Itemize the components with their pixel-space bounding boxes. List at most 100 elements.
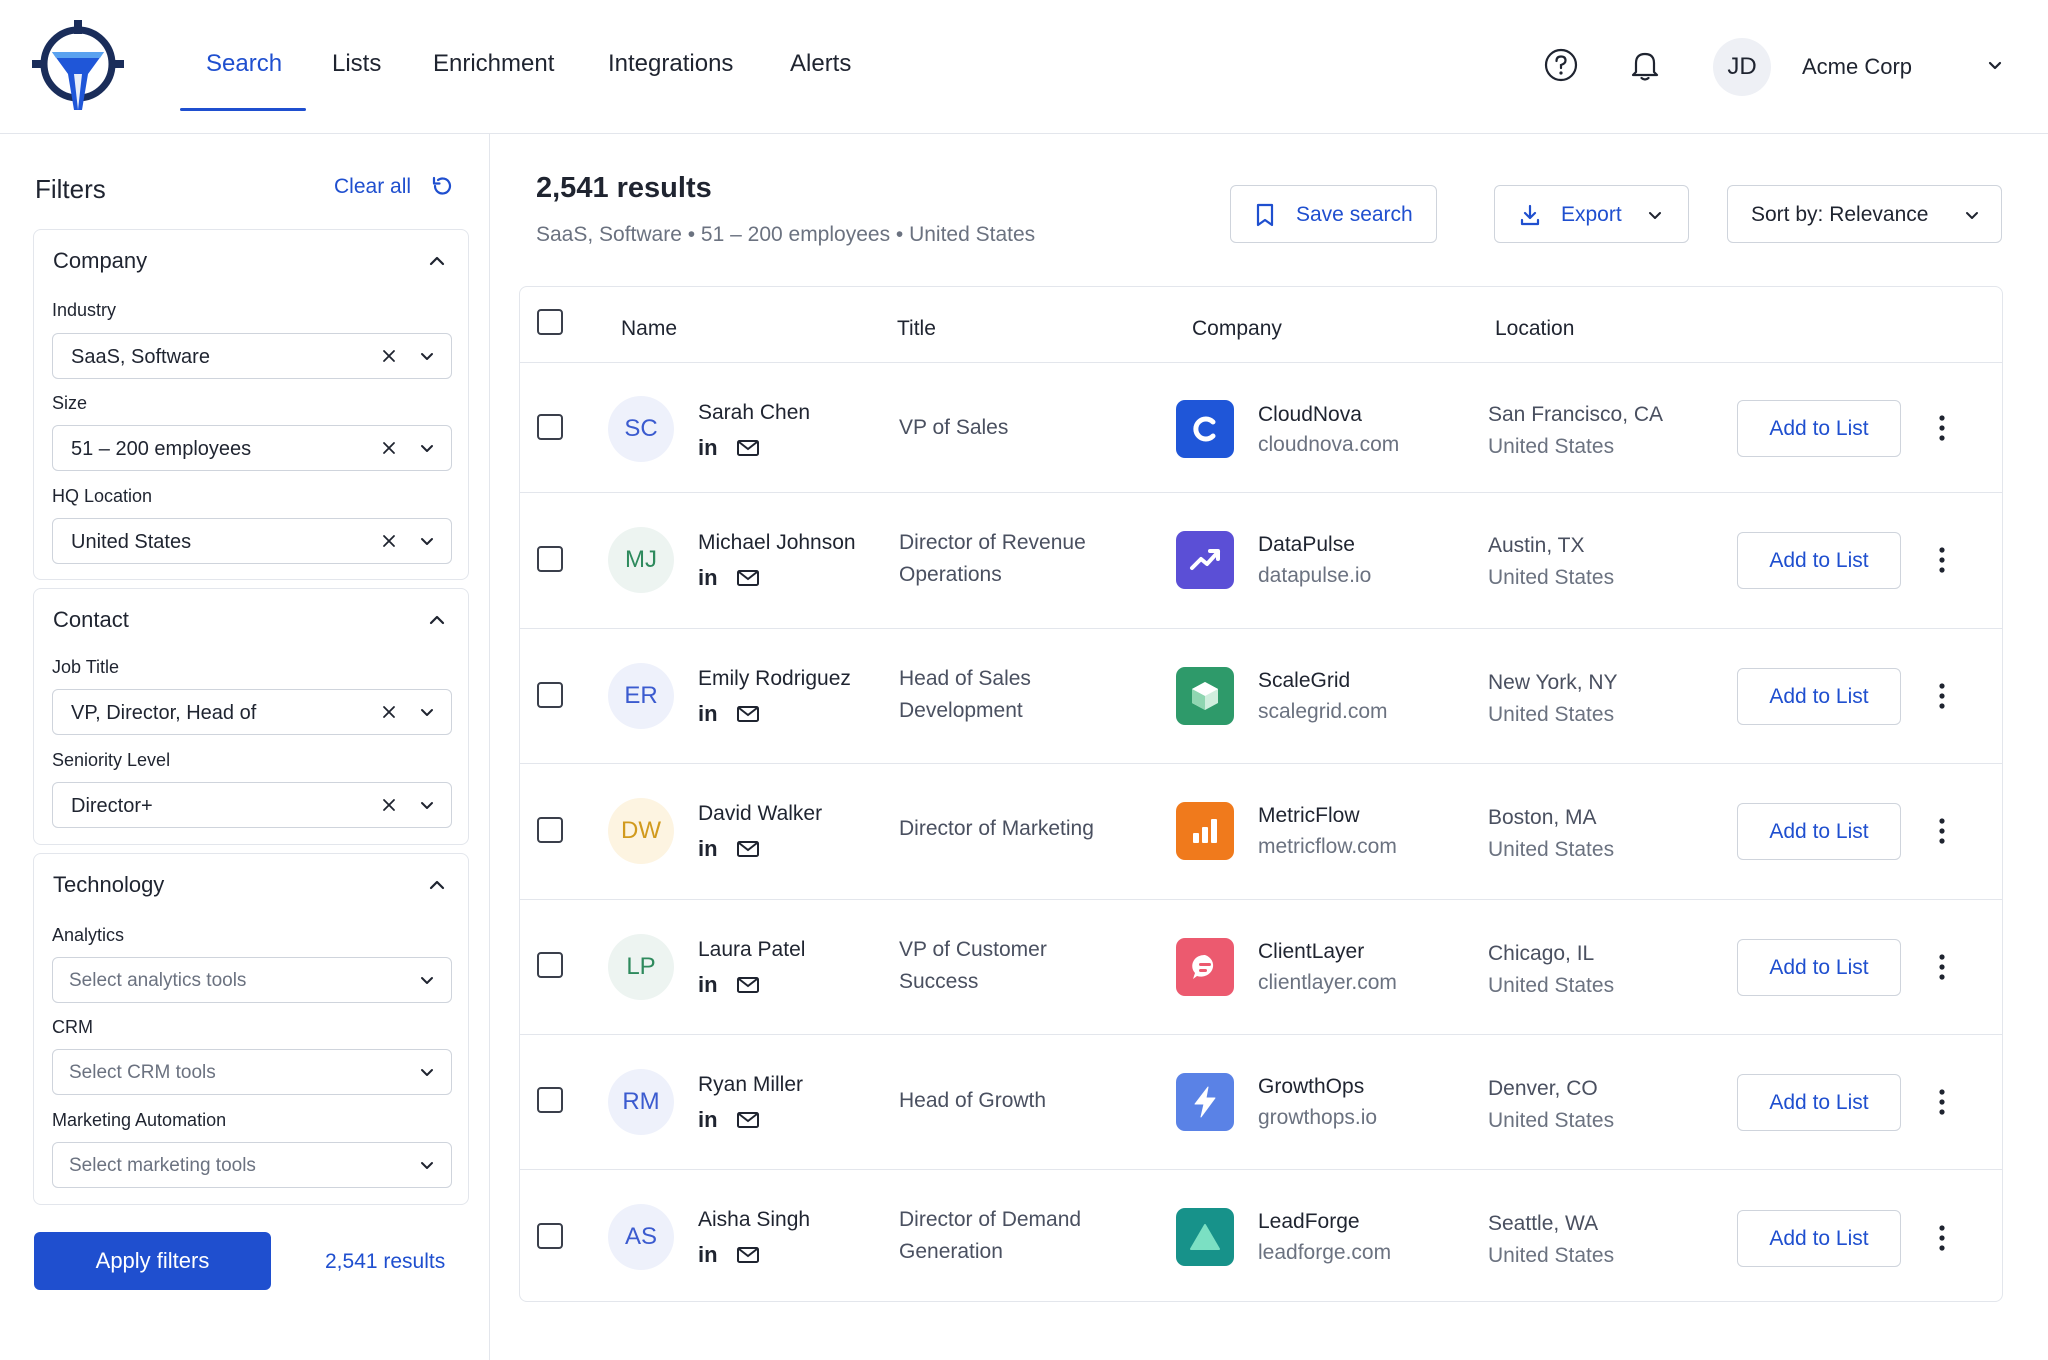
add-to-list-button[interactable]: Add to List bbox=[1737, 1074, 1901, 1131]
marketing-automation-select[interactable]: Select marketing tools bbox=[52, 1142, 452, 1188]
company-name[interactable]: MetricFlow bbox=[1258, 804, 1360, 828]
clear-icon[interactable] bbox=[381, 348, 397, 364]
table-row[interactable]: ER Emily Rodriguez in Head of Sales Deve… bbox=[520, 629, 2002, 764]
help-circle-icon[interactable] bbox=[1543, 47, 1579, 83]
select-all-checkbox[interactable] bbox=[537, 309, 563, 335]
nav-enrichment[interactable]: Enrichment bbox=[433, 50, 554, 78]
row-checkbox[interactable] bbox=[537, 682, 563, 708]
company-name[interactable]: LeadForge bbox=[1258, 1210, 1360, 1234]
row-checkbox[interactable] bbox=[537, 817, 563, 843]
bell-icon[interactable] bbox=[1627, 47, 1663, 83]
mail-icon[interactable] bbox=[736, 704, 760, 724]
company-domain[interactable]: metricflow.com bbox=[1258, 835, 1397, 859]
company-name[interactable]: DataPulse bbox=[1258, 533, 1355, 557]
person-name[interactable]: Sarah Chen bbox=[698, 401, 810, 425]
save-search-button[interactable]: Save search bbox=[1230, 185, 1437, 243]
company-domain[interactable]: leadforge.com bbox=[1258, 1241, 1391, 1265]
person-name[interactable]: Emily Rodriguez bbox=[698, 667, 851, 691]
add-to-list-button[interactable]: Add to List bbox=[1737, 532, 1901, 589]
clear-icon[interactable] bbox=[381, 533, 397, 549]
hq-location-select[interactable]: United States bbox=[52, 518, 452, 564]
company-domain[interactable]: scalegrid.com bbox=[1258, 700, 1388, 724]
add-to-list-button[interactable]: Add to List bbox=[1737, 803, 1901, 860]
row-checkbox[interactable] bbox=[537, 952, 563, 978]
clear-icon[interactable] bbox=[381, 704, 397, 720]
column-header-company[interactable]: Company bbox=[1192, 317, 1282, 341]
linkedin-icon[interactable]: in bbox=[698, 703, 720, 725]
table-row[interactable]: DW David Walker in Director of Marketing… bbox=[520, 764, 2002, 900]
kebab-menu-icon[interactable] bbox=[1930, 1087, 1954, 1117]
org-name[interactable]: Acme Corp bbox=[1802, 54, 1912, 80]
kebab-menu-icon[interactable] bbox=[1930, 681, 1954, 711]
clear-icon[interactable] bbox=[381, 797, 397, 813]
nav-lists[interactable]: Lists bbox=[332, 50, 381, 78]
company-name[interactable]: GrowthOps bbox=[1258, 1075, 1364, 1099]
linkedin-icon[interactable]: in bbox=[698, 567, 720, 589]
table-row[interactable]: AS Aisha Singh in Director of Demand Gen… bbox=[520, 1170, 2002, 1301]
add-to-list-button[interactable]: Add to List bbox=[1737, 668, 1901, 725]
person-name[interactable]: Aisha Singh bbox=[698, 1208, 810, 1232]
person-name[interactable]: Ryan Miller bbox=[698, 1073, 803, 1097]
sidebar-results-count[interactable]: 2,541 results bbox=[325, 1250, 445, 1274]
mail-icon[interactable] bbox=[736, 1110, 760, 1130]
mail-icon[interactable] bbox=[736, 839, 760, 859]
row-checkbox[interactable] bbox=[537, 414, 563, 440]
kebab-menu-icon[interactable] bbox=[1930, 952, 1954, 982]
table-row[interactable]: LP Laura Patel in VP of Customer Success… bbox=[520, 900, 2002, 1035]
industry-select[interactable]: SaaS, Software bbox=[52, 333, 452, 379]
kebab-menu-icon[interactable] bbox=[1930, 816, 1954, 846]
linkedin-icon[interactable]: in bbox=[698, 974, 720, 996]
analytics-select[interactable]: Select analytics tools bbox=[52, 957, 452, 1003]
nav-alerts[interactable]: Alerts bbox=[790, 50, 851, 78]
chevron-down-icon[interactable] bbox=[1986, 56, 2004, 74]
reset-icon[interactable] bbox=[430, 174, 454, 198]
seniority-select[interactable]: Director+ bbox=[52, 782, 452, 828]
export-button[interactable]: Export bbox=[1494, 185, 1689, 243]
mail-icon[interactable] bbox=[736, 975, 760, 995]
column-header-name[interactable]: Name bbox=[621, 317, 677, 341]
chevron-up-icon[interactable] bbox=[426, 609, 448, 631]
person-name[interactable]: Michael Johnson bbox=[698, 531, 856, 555]
linkedin-icon[interactable]: in bbox=[698, 1244, 720, 1266]
add-to-list-button[interactable]: Add to List bbox=[1737, 400, 1901, 457]
table-row[interactable]: MJ Michael Johnson in Director of Revenu… bbox=[520, 493, 2002, 629]
kebab-menu-icon[interactable] bbox=[1930, 545, 1954, 575]
mail-icon[interactable] bbox=[736, 438, 760, 458]
company-name[interactable]: ScaleGrid bbox=[1258, 669, 1350, 693]
column-header-location[interactable]: Location bbox=[1495, 317, 1574, 341]
nav-search[interactable]: Search bbox=[206, 50, 282, 78]
mail-icon[interactable] bbox=[736, 568, 760, 588]
row-checkbox[interactable] bbox=[537, 1223, 563, 1249]
crm-select[interactable]: Select CRM tools bbox=[52, 1049, 452, 1095]
person-name[interactable]: David Walker bbox=[698, 802, 822, 826]
company-domain[interactable]: clientlayer.com bbox=[1258, 971, 1397, 995]
company-domain[interactable]: datapulse.io bbox=[1258, 564, 1371, 588]
user-avatar[interactable]: JD bbox=[1713, 38, 1771, 96]
clear-all-link[interactable]: Clear all bbox=[334, 175, 411, 199]
chevron-up-icon[interactable] bbox=[426, 250, 448, 272]
nav-integrations[interactable]: Integrations bbox=[608, 50, 733, 78]
job-title-select[interactable]: VP, Director, Head of bbox=[52, 689, 452, 735]
add-to-list-button[interactable]: Add to List bbox=[1737, 1210, 1901, 1267]
table-row[interactable]: SC Sarah Chen in VP of Sales CloudNova c… bbox=[520, 363, 2002, 493]
linkedin-icon[interactable]: in bbox=[698, 1109, 720, 1131]
company-name[interactable]: ClientLayer bbox=[1258, 940, 1364, 964]
company-name[interactable]: CloudNova bbox=[1258, 403, 1362, 427]
linkedin-icon[interactable]: in bbox=[698, 838, 720, 860]
company-domain[interactable]: growthops.io bbox=[1258, 1106, 1377, 1130]
table-row[interactable]: RM Ryan Miller in Head of Growth GrowthO… bbox=[520, 1035, 2002, 1170]
linkedin-icon[interactable]: in bbox=[698, 437, 720, 459]
column-header-title[interactable]: Title bbox=[897, 317, 936, 341]
chevron-up-icon[interactable] bbox=[426, 874, 448, 896]
logo-icon[interactable] bbox=[30, 18, 126, 118]
mail-icon[interactable] bbox=[736, 1245, 760, 1265]
person-name[interactable]: Laura Patel bbox=[698, 938, 805, 962]
row-checkbox[interactable] bbox=[537, 1087, 563, 1113]
row-checkbox[interactable] bbox=[537, 546, 563, 572]
kebab-menu-icon[interactable] bbox=[1930, 413, 1954, 443]
add-to-list-button[interactable]: Add to List bbox=[1737, 939, 1901, 996]
company-domain[interactable]: cloudnova.com bbox=[1258, 433, 1399, 457]
kebab-menu-icon[interactable] bbox=[1930, 1223, 1954, 1253]
clear-icon[interactable] bbox=[381, 440, 397, 456]
apply-filters-button[interactable]: Apply filters bbox=[34, 1232, 271, 1290]
